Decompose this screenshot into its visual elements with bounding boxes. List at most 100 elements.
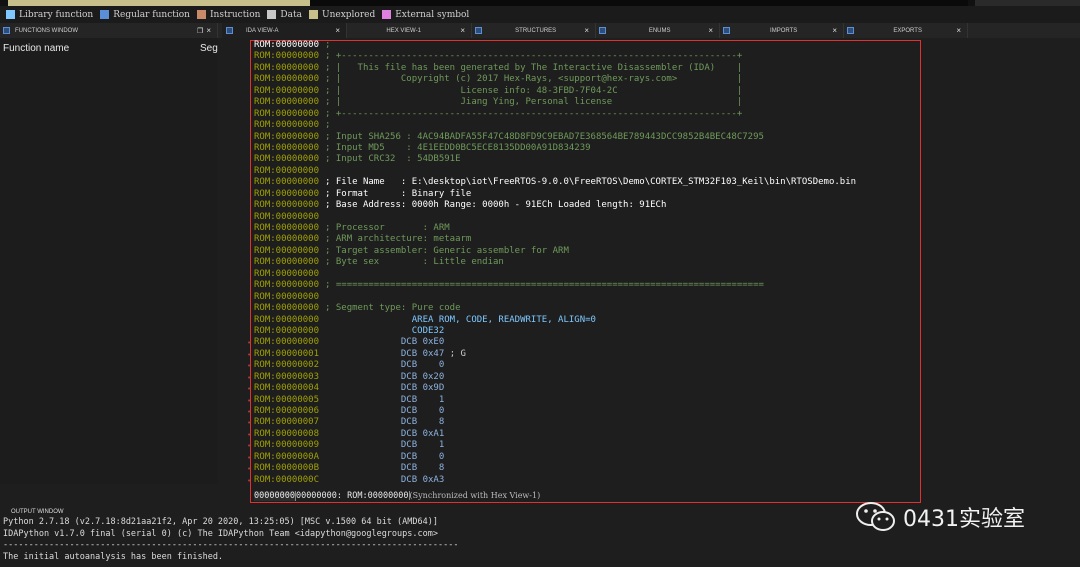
listing-line[interactable]: • ROM:00000002 DCB 0 xyxy=(247,360,919,371)
legend-swatch xyxy=(308,10,318,19)
listing-line[interactable]: ROM:00000000 ; Segment type: Pure code xyxy=(254,303,919,314)
listing-line[interactable]: ROM:00000000 ; ARM architecture: metaarm xyxy=(254,234,919,245)
listing-line[interactable]: ROM:00000000 ; Base Address: 0000h Range:… xyxy=(254,200,919,211)
tab-hex-view-1[interactable]: HEX VIEW-1 × xyxy=(347,23,472,38)
imports-icon xyxy=(723,27,730,34)
listing-line[interactable]: ROM:00000000 ; File Name : E:\desktop\iot… xyxy=(254,177,919,188)
tab-enums[interactable]: ENUMS × xyxy=(596,23,720,38)
listing-line[interactable]: ROM:00000000 ; Format : Binary file xyxy=(254,189,919,200)
listing-line[interactable]: ROM:00000000 xyxy=(254,166,919,177)
listing-line[interactable]: ROM:00000000 ; Processor : ARM xyxy=(254,223,919,234)
line-address: ROM:00000000 xyxy=(254,177,320,188)
line-text: ; ======================================… xyxy=(325,280,764,291)
line-text: ; ARM architecture: metaarm xyxy=(325,234,472,245)
line-operand: 0xA1 xyxy=(422,428,445,439)
listing-line[interactable]: ROM:00000000 xyxy=(254,269,919,280)
listing-line[interactable]: ROM:00000000 ; Input CRC32 : 54DB591E xyxy=(254,154,919,165)
ida-view-icon xyxy=(226,27,233,34)
listing-line[interactable]: • ROM:00000001 DCB 0x47 ; G xyxy=(247,348,919,360)
listing-line[interactable]: ROM:00000000 ; | This file has been gener… xyxy=(254,63,919,74)
output-line: The initial autoanalysis has been finish… xyxy=(3,551,224,562)
tab-functions-label: FUNCTIONS WINDOW xyxy=(15,27,78,34)
restore-icon[interactable]: ❐ xyxy=(197,27,203,35)
listing-line[interactable]: • ROM:0000000B DCB 8 xyxy=(247,463,919,474)
tab-imports[interactable]: IMPORTS × xyxy=(720,23,844,38)
listing-line[interactable]: • ROM:00000006 DCB 0 xyxy=(247,406,919,417)
line-mnemonic: DCB xyxy=(400,451,418,462)
tab-functions-window[interactable]: FUNCTIONS WINDOW ❐ × xyxy=(0,23,218,38)
legend-label: Regular function xyxy=(113,9,190,20)
functions-window: Function name Seg xyxy=(0,38,218,484)
tab-structures[interactable]: STRUCTURES × xyxy=(472,23,596,38)
tab-ida-view-a[interactable]: IDA VIEW-A × xyxy=(222,23,347,38)
output-text[interactable]: Python 2.7.18 (v2.7.18:8d21aa21f2, Apr 2… xyxy=(3,517,458,563)
line-text: ; File Name : E:\desktop\iot\FreeRTOS-9.… xyxy=(325,177,857,188)
listing-line[interactable]: ROM:00000000 ; Byte sex : Little endian xyxy=(254,257,919,268)
listing-line[interactable]: ROM:00000000 ; +-------------------------… xyxy=(254,109,919,120)
listing-line[interactable]: ROM:00000000 ; | Copyright (c) 2017 Hex-R… xyxy=(254,74,919,85)
close-icon[interactable]: × xyxy=(206,26,217,35)
legend-label: Instruction xyxy=(209,9,261,20)
listing-line[interactable]: ROM:00000000 ; Input MD5 : 4E1EEDD0BC5ECE… xyxy=(254,143,919,154)
xref-dot-icon: • xyxy=(247,362,252,371)
listing-line[interactable]: ROM:00000000 xyxy=(254,292,919,303)
line-operand: 8 xyxy=(422,463,445,474)
line-operand: 8 xyxy=(422,417,445,428)
column-segment[interactable]: Seg xyxy=(200,43,218,54)
line-mnemonic: DCB xyxy=(400,348,418,359)
listing-line[interactable]: ROM:00000000; xyxy=(254,120,919,131)
column-function-name[interactable]: Function name xyxy=(3,43,69,54)
listing-line[interactable]: • ROM:00000009 DCB 1 xyxy=(247,440,919,451)
listing-line[interactable]: • ROM:0000000A DCB 0 xyxy=(247,451,919,463)
line-text: ; Segment type: Pure code xyxy=(325,303,461,314)
listing-line[interactable]: • ROM:00000004 DCB 0x9D xyxy=(247,383,919,394)
listing-line[interactable]: • ROM:00000003 DCB 0x20 xyxy=(247,372,919,383)
line-text: ; Input SHA256 : 4AC94BADFA55F47C48D8FD9… xyxy=(325,131,764,142)
listing-line[interactable]: ROM:00000000 ; Target assembler: Generic … xyxy=(254,246,919,257)
close-icon[interactable]: × xyxy=(708,26,719,35)
wechat-icon xyxy=(856,502,895,531)
close-icon[interactable]: × xyxy=(460,26,471,35)
listing-line[interactable]: ROM:00000000 ; +-------------------------… xyxy=(254,51,919,62)
xref-dot-icon: • xyxy=(247,385,252,394)
legend-item: Instruction xyxy=(196,9,261,20)
listing-line[interactable]: ROM:00000000 ; Input SHA256 : 4AC94BADFA5… xyxy=(254,132,919,143)
line-comment: ; G xyxy=(449,348,466,359)
listing-line[interactable]: ROM:00000000 ; | Jiang Ying, Personal lic… xyxy=(254,97,919,108)
status-position: 00000000 xyxy=(254,491,295,501)
line-address: ROM:00000000 xyxy=(254,303,320,314)
listing-line[interactable]: • ROM:00000007 DCB 8 xyxy=(247,417,919,428)
disassembly-listing[interactable]: ROM:00000000; ROM:00000000; +------------… xyxy=(247,40,919,486)
listing-line[interactable]: ROM:00000000 ; ==========================… xyxy=(254,280,919,291)
legend-label: External symbol xyxy=(395,9,470,20)
xref-dot-icon: • xyxy=(247,430,252,439)
close-icon[interactable]: × xyxy=(832,26,843,35)
xref-dot-icon: • xyxy=(247,339,252,348)
listing-line[interactable]: ROM:00000000 xyxy=(254,212,919,223)
line-mnemonic: DCB xyxy=(400,463,418,474)
line-text: ; Target assembler: Generic assembler fo… xyxy=(325,245,569,256)
listing-line[interactable]: • ROM:00000000 DCB 0xE0 xyxy=(247,337,919,348)
close-icon[interactable]: × xyxy=(335,26,346,35)
listing-line[interactable]: ROM:00000000 AREA ROM, CODE, READWRITE, … xyxy=(254,315,919,326)
line-operand: 0 xyxy=(422,451,445,462)
listing-line[interactable]: • ROM:00000008 DCB 0xA1 xyxy=(247,428,919,440)
line-text: ; Base Address: 0000h Range: 0000h - 91E… xyxy=(325,200,667,211)
close-icon[interactable]: × xyxy=(956,26,967,35)
line-text: ; | Copyright (c) 2017 Hex-Rays, <suppor… xyxy=(325,74,743,85)
listing-line[interactable]: ROM:00000000 ; | License info: 48-3FBD-7F… xyxy=(254,86,919,97)
legend-item: Library function xyxy=(6,10,93,20)
listing-line[interactable]: • ROM:00000005 DCB 1 xyxy=(247,395,919,406)
xref-dot-icon: • xyxy=(247,373,252,382)
tab-enums-label: ENUMS xyxy=(648,27,671,34)
line-address: ROM:00000000 xyxy=(254,85,320,96)
listing-line[interactable]: ROM:00000000 CODE32 xyxy=(254,326,919,337)
tab-exports[interactable]: EXPORTS × xyxy=(844,23,968,38)
line-address: ROM:00000000 xyxy=(254,131,320,142)
line-address: ROM:00000001 xyxy=(254,348,320,359)
close-icon[interactable]: × xyxy=(584,26,595,35)
xref-dot-icon: • xyxy=(247,465,252,474)
listing-line[interactable]: • ROM:0000000C DCB 0xA3 xyxy=(247,475,919,486)
structures-icon xyxy=(475,27,482,34)
listing-line[interactable]: ROM:00000000; xyxy=(254,40,919,51)
